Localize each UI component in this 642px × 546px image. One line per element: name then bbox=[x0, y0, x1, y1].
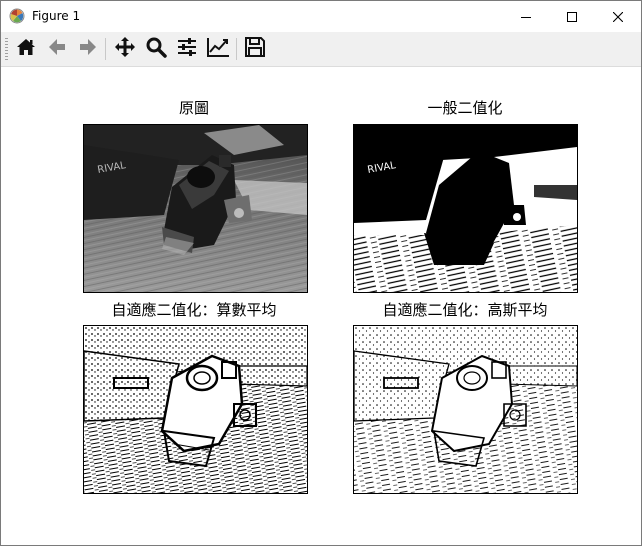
move-icon bbox=[114, 36, 136, 62]
subplot-title-original: 原圖 bbox=[178, 99, 209, 117]
home-icon bbox=[15, 36, 37, 62]
axes-original[interactable]: RIVAL bbox=[83, 124, 308, 293]
axes-threshold[interactable]: RIVAL bbox=[353, 124, 578, 293]
zoom-button[interactable] bbox=[143, 36, 169, 62]
matplotlib-logo-icon bbox=[9, 8, 25, 24]
subplot-title-adaptive-gaussian: 自適應二值化：高斯平均 bbox=[382, 301, 548, 319]
figure-window: Figure 1 原圖 RIVAL 一般二值化 RIVAL 自適應二值化：算數平… bbox=[0, 0, 642, 546]
sliders-icon bbox=[176, 36, 198, 62]
minimize-button[interactable] bbox=[503, 1, 549, 32]
navigation-toolbar bbox=[1, 32, 641, 67]
subplot-title-threshold: 一般二值化 bbox=[427, 99, 503, 117]
image-adaptive-mean bbox=[84, 326, 307, 493]
figure-canvas[interactable]: 原圖 RIVAL 一般二值化 RIVAL 自適應二值化：算數平均 自適應二值化：… bbox=[1, 67, 641, 545]
toolbar-grip[interactable] bbox=[5, 38, 8, 60]
maximize-button[interactable] bbox=[549, 1, 595, 32]
maximize-icon bbox=[567, 11, 577, 22]
image-threshold: RIVAL bbox=[354, 125, 577, 292]
axes-adaptive-gaussian[interactable] bbox=[353, 325, 578, 494]
title-bar[interactable]: Figure 1 bbox=[1, 1, 641, 32]
toolbar-separator bbox=[236, 38, 237, 60]
axes-adaptive-mean[interactable] bbox=[83, 325, 308, 494]
forward-button[interactable] bbox=[75, 36, 101, 62]
close-button[interactable] bbox=[595, 1, 641, 32]
minimize-icon bbox=[521, 12, 531, 22]
subplots-button[interactable] bbox=[174, 36, 200, 62]
back-button[interactable] bbox=[44, 36, 70, 62]
home-button[interactable] bbox=[13, 36, 39, 62]
arrow-right-icon bbox=[77, 36, 99, 62]
save-button[interactable] bbox=[242, 36, 268, 62]
magnifier-icon bbox=[145, 36, 167, 62]
image-original: RIVAL bbox=[84, 125, 307, 292]
arrow-left-icon bbox=[46, 36, 68, 62]
window-title: Figure 1 bbox=[32, 9, 81, 23]
image-adaptive-gaussian bbox=[354, 326, 577, 493]
toolbar-separator bbox=[105, 38, 106, 60]
line-chart-icon bbox=[206, 36, 230, 62]
edit-parameters-button[interactable] bbox=[205, 36, 231, 62]
pan-button[interactable] bbox=[112, 36, 138, 62]
subplot-title-adaptive-mean: 自適應二值化：算數平均 bbox=[111, 301, 277, 319]
close-icon bbox=[613, 11, 623, 22]
floppy-disk-icon bbox=[244, 36, 266, 62]
